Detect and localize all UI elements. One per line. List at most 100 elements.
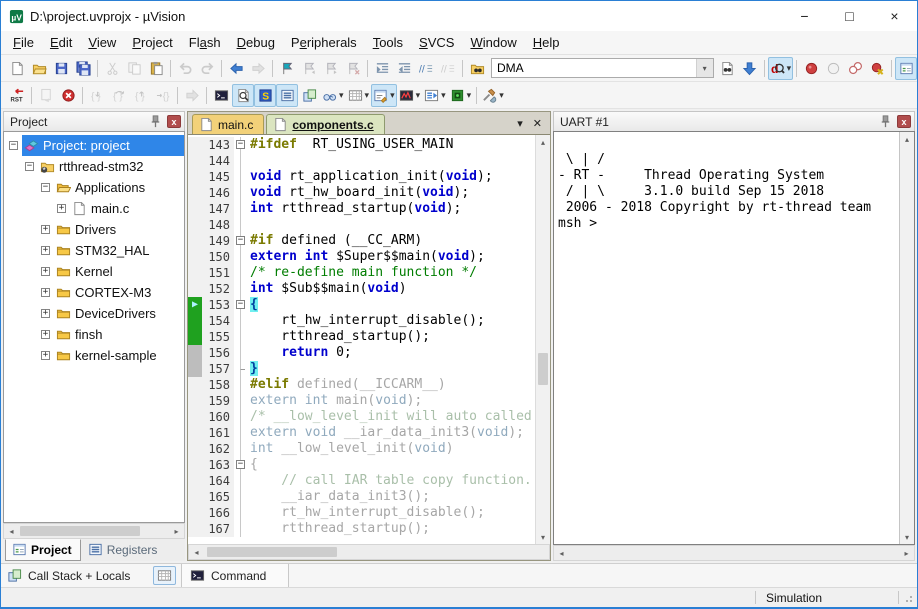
menu-tools[interactable]: Tools (365, 33, 411, 52)
menu-window[interactable]: Window (462, 33, 524, 52)
navigate-back-button[interactable] (225, 57, 247, 80)
indent-button[interactable] (371, 57, 393, 80)
menu-help[interactable]: Help (525, 33, 568, 52)
menu-debug[interactable]: Debug (229, 33, 283, 52)
expand-toggle[interactable]: + (57, 204, 66, 213)
code-text[interactable]: int __low_level_init(void) (247, 441, 535, 457)
code-text[interactable]: rt_hw_interrupt_disable(); (247, 505, 535, 521)
tree-item-project-project[interactable]: −Project: project (4, 135, 184, 156)
pin-icon[interactable] (878, 114, 893, 129)
menu-file[interactable]: File (5, 33, 42, 52)
fold-collapse-icon[interactable]: − (236, 300, 245, 309)
code-text[interactable]: /* re-define main function */ (247, 265, 535, 281)
find-button[interactable] (717, 57, 739, 80)
previous-bookmark-button[interactable] (298, 57, 320, 80)
code-text[interactable]: #elif defined(__ICCARM__) (247, 377, 535, 393)
scroll-left-arrow[interactable]: ◂ (4, 524, 19, 538)
editor-tab-components-c[interactable]: components.c (266, 114, 384, 134)
expand-toggle[interactable]: − (9, 141, 18, 150)
tree-item-drivers[interactable]: +Drivers (4, 219, 184, 240)
comment-selection-button[interactable]: // (415, 57, 437, 80)
scroll-down-arrow[interactable]: ▾ (900, 530, 914, 544)
command-window-button[interactable] (210, 84, 232, 107)
command-tab[interactable]: Command (182, 564, 289, 587)
unindent-button[interactable] (393, 57, 415, 80)
project-window-button[interactable] (895, 57, 917, 80)
memory-window-button[interactable]: ▾ (346, 84, 372, 107)
show-next-statement-button[interactable] (181, 84, 203, 107)
expand-toggle[interactable]: + (41, 351, 50, 360)
next-bookmark-button[interactable] (320, 57, 342, 80)
navigate-forward-button[interactable] (247, 57, 269, 80)
registers-window-button[interactable] (276, 84, 298, 107)
uart-panel-close-button[interactable]: x (897, 115, 911, 128)
symbols-window-button[interactable]: S (254, 84, 276, 107)
toggle-bookmark-button[interactable] (276, 57, 298, 80)
menu-edit[interactable]: Edit (42, 33, 80, 52)
menu-flash[interactable]: Flash (181, 33, 229, 52)
fold-collapse-icon[interactable]: − (236, 236, 245, 245)
scroll-right-arrow[interactable]: ▸ (899, 546, 914, 560)
enable-disable-breakpoint-button[interactable] (822, 57, 844, 80)
tree-item-stm32-hal[interactable]: +STM32_HAL (4, 240, 184, 261)
code-text[interactable]: extern int main(void); (247, 393, 535, 409)
combo-dropdown-arrow-icon[interactable]: ▾ (696, 59, 713, 77)
project-panel-close-button[interactable]: x (167, 115, 181, 128)
expand-toggle[interactable]: + (41, 267, 50, 276)
kill-all-breakpoints-button[interactable] (866, 57, 888, 80)
tree-item-main-c[interactable]: +main.c (4, 198, 184, 219)
paste-button[interactable] (145, 57, 167, 80)
code-text[interactable]: { (247, 457, 535, 473)
minimize-button[interactable]: − (782, 1, 827, 31)
code-text[interactable]: } (247, 361, 535, 377)
toggle-breakpoint-button[interactable] (800, 57, 822, 80)
copy-button[interactable] (123, 57, 145, 80)
code-text[interactable]: { (247, 297, 535, 313)
fold-collapse-icon[interactable]: − (236, 140, 245, 149)
expand-toggle[interactable]: + (41, 225, 50, 234)
tab-close-icon[interactable]: ✕ (533, 119, 542, 130)
code-text[interactable]: return 0; (247, 345, 535, 361)
expand-toggle[interactable]: + (41, 330, 50, 339)
scroll-right-arrow[interactable]: ▸ (169, 524, 184, 538)
run-button[interactable] (35, 84, 57, 107)
step-out-button[interactable]: { } (130, 84, 152, 107)
code-lines[interactable]: 143−#ifdef RT_USING_USER_MAIN144145void … (188, 135, 535, 544)
tree-item-devicedrivers[interactable]: +DeviceDrivers (4, 303, 184, 324)
tree-item-rtthread-stm32[interactable]: −*rtthread-stm32 (4, 156, 184, 177)
debug-find-button[interactable]: d▾ (768, 57, 793, 80)
code-text[interactable]: #if defined (__CC_ARM) (247, 233, 535, 249)
menu-svcs[interactable]: SVCS (411, 33, 462, 52)
scroll-up-arrow[interactable]: ▴ (536, 135, 550, 149)
panel-tab-registers[interactable]: Registers (81, 539, 167, 561)
fold-collapse-icon[interactable]: − (236, 460, 245, 469)
memory-window-button[interactable] (153, 566, 176, 585)
scroll-left-arrow[interactable]: ◂ (554, 546, 569, 560)
incremental-find-button[interactable] (739, 57, 761, 80)
tree-item-applications[interactable]: −Applications (4, 177, 184, 198)
code-text[interactable] (247, 153, 535, 169)
tree-item-cortex-m3[interactable]: +CORTEX-M3 (4, 282, 184, 303)
code-text[interactable]: #ifdef RT_USING_USER_MAIN (247, 137, 535, 153)
stop-button[interactable] (57, 84, 79, 107)
trace-window-button[interactable]: ▾ (422, 84, 448, 107)
call-stack-window-button[interactable] (298, 84, 320, 107)
call-stack-strip[interactable]: Call Stack + Locals (1, 564, 182, 587)
tree-item-kernel[interactable]: +Kernel (4, 261, 184, 282)
undo-button[interactable] (174, 57, 196, 80)
code-text[interactable]: rtthread_startup(); (247, 521, 535, 537)
step-over-button[interactable]: { } (108, 84, 130, 107)
expand-toggle[interactable]: − (41, 183, 50, 192)
uart-output[interactable]: \ | /- RT - Thread Operating System / | … (554, 132, 899, 544)
disassembly-window-button[interactable] (232, 84, 254, 107)
code-text[interactable]: int rtthread_startup(void); (247, 201, 535, 217)
watch-window-button[interactable]: ▾ (320, 84, 346, 107)
step-into-button[interactable]: { } (86, 84, 108, 107)
code-text[interactable]: rt_hw_interrupt_disable(); (247, 313, 535, 329)
expand-toggle[interactable]: + (41, 288, 50, 297)
toolbox-button[interactable]: ▾ (480, 84, 506, 107)
find-text-input[interactable] (492, 61, 696, 75)
redo-button[interactable] (196, 57, 218, 80)
code-text[interactable]: int $Sub$$main(void) (247, 281, 535, 297)
expand-toggle[interactable]: + (41, 246, 50, 255)
